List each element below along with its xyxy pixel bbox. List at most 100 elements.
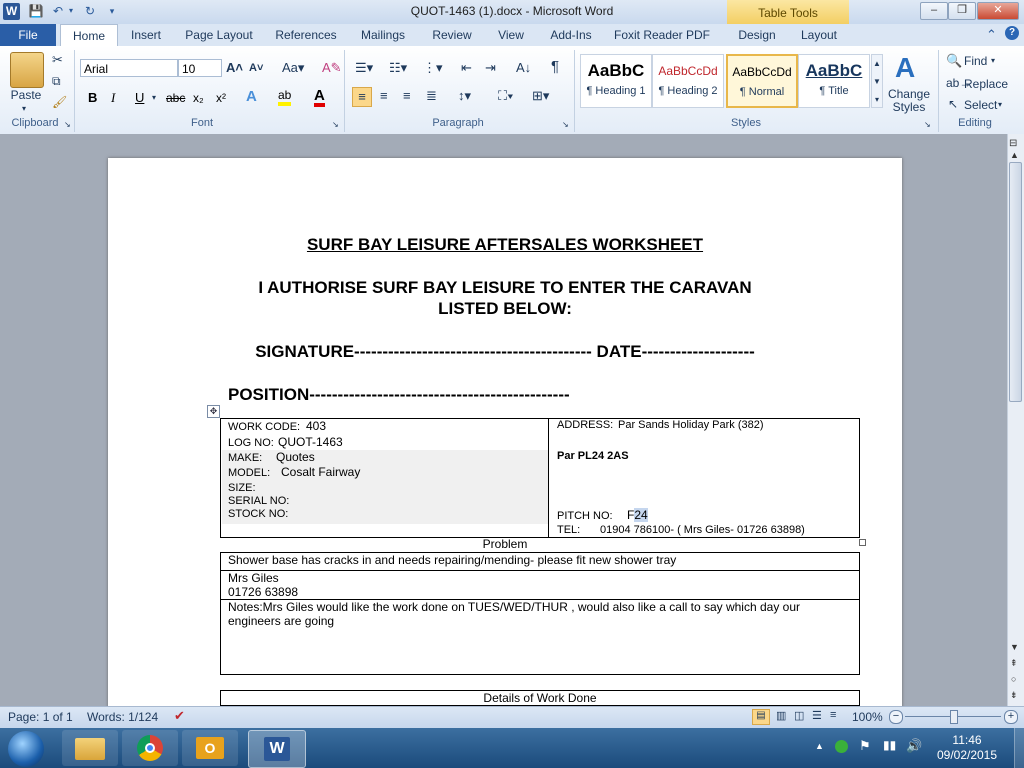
status-tray-icon[interactable] <box>835 740 848 753</box>
select-icon[interactable]: ↖ <box>948 97 958 111</box>
change-styles-button[interactable]: Change Styles <box>884 88 934 114</box>
tab-references[interactable]: References <box>270 24 342 46</box>
select-dropdown-icon[interactable]: ▾ <box>998 100 1002 109</box>
help-icon[interactable]: ? <box>1005 26 1019 40</box>
change-styles-icon[interactable]: A <box>895 52 915 84</box>
tab-insert[interactable]: Insert <box>124 24 168 46</box>
align-left-icon[interactable]: ≡ <box>352 87 372 107</box>
tab-view[interactable]: View <box>490 24 532 46</box>
work-code-value[interactable]: 403 <box>306 419 326 433</box>
text-effects-icon[interactable]: A <box>246 88 257 105</box>
details-work-done-cell[interactable]: Details of Work Done <box>220 690 860 706</box>
page-count[interactable]: Page: 1 of 1 <box>8 710 73 724</box>
tab-add-ins[interactable]: Add-Ins <box>542 24 600 46</box>
show-hidden-icons-icon[interactable]: ▲ <box>815 741 824 751</box>
minimize-ribbon-icon[interactable]: ⌃ <box>986 27 997 43</box>
select-browse-object-icon[interactable]: ○ <box>1011 674 1016 684</box>
volume-icon[interactable]: 🔊 <box>906 738 922 754</box>
paste-icon[interactable] <box>10 52 44 88</box>
align-center-icon[interactable]: ≡ <box>380 88 388 103</box>
word-count[interactable]: Words: 1/124 <box>87 710 158 724</box>
paste-dropdown-icon[interactable]: ▾ <box>22 104 26 113</box>
borders-icon[interactable]: ⊞▾ <box>532 88 549 104</box>
model-value[interactable]: Cosalt Fairway <box>281 465 360 479</box>
start-button-icon[interactable] <box>8 731 44 767</box>
draft-icon[interactable]: ≡ <box>830 709 836 721</box>
shrink-font-icon[interactable]: A˅ <box>249 62 263 74</box>
styles-scroll-icon[interactable]: ▲ ▼ ▾ <box>871 54 883 108</box>
address-value[interactable]: Par Sands Holiday Park (382) <box>618 419 764 431</box>
contact-cell[interactable] <box>220 570 860 600</box>
authorise-line-2[interactable]: LISTED BELOW: <box>108 299 902 319</box>
next-page-icon[interactable]: ⇟ <box>1010 690 1018 701</box>
change-case-icon[interactable]: Aa▾ <box>282 60 304 76</box>
strikethrough-icon[interactable]: abc <box>166 91 185 105</box>
zoom-in-icon[interactable]: + <box>1004 710 1018 724</box>
bullets-icon[interactable]: ☰▾ <box>355 60 373 76</box>
zoom-level[interactable]: 100% <box>852 710 883 724</box>
tab-foxit-reader-pdf[interactable]: Foxit Reader PDF <box>610 24 714 46</box>
network-icon[interactable]: ▮▮ <box>883 738 896 752</box>
print-layout-icon[interactable]: ▤ <box>752 709 770 725</box>
decrease-indent-icon[interactable]: ⇤ <box>461 60 472 76</box>
word-taskbar-icon[interactable]: W <box>248 730 306 768</box>
tab-file[interactable]: File <box>0 24 56 46</box>
table-resize-handle-icon[interactable] <box>859 539 866 546</box>
scroll-up-icon[interactable]: ▲ <box>1010 150 1019 160</box>
pitch-no-value[interactable]: F24 <box>627 508 648 522</box>
problem-label[interactable]: Problem <box>220 537 790 551</box>
customize-quick-access-icon[interactable]: ▾ <box>104 3 120 19</box>
superscript-icon[interactable]: x² <box>216 91 226 105</box>
outlook-taskbar-icon[interactable]: O <box>182 730 238 766</box>
font-name-combo[interactable]: Arial <box>80 59 178 77</box>
style-heading-2[interactable]: AaBbCcDd ¶ Heading 2 <box>652 54 724 108</box>
bold-icon[interactable]: B <box>88 90 97 105</box>
undo-dropdown-icon[interactable]: ▾ <box>66 3 76 19</box>
ruler-toggle-icon[interactable]: ⊟ <box>1009 138 1017 149</box>
close-button[interactable]: ✕ <box>977 2 1019 20</box>
zoom-slider-thumb[interactable] <box>950 710 958 724</box>
underline-dropdown-icon[interactable]: ▾ <box>152 93 156 102</box>
web-layout-icon[interactable]: ◫ <box>794 709 804 722</box>
align-right-icon[interactable]: ≡ <box>403 88 411 103</box>
find-icon[interactable]: 🔍 <box>946 53 962 69</box>
tab-design[interactable]: Design <box>730 24 784 46</box>
tel-value[interactable]: 01904 786100- ( Mrs Giles- 01726 63898) <box>600 524 805 536</box>
explorer-taskbar-icon[interactable] <box>62 730 118 766</box>
chrome-taskbar-icon[interactable] <box>122 730 178 766</box>
line-spacing-icon[interactable]: ↕▾ <box>458 88 471 104</box>
table-move-handle-icon[interactable]: ✥ <box>207 405 220 418</box>
style-heading-1[interactable]: AaBbC ¶ Heading 1 <box>580 54 652 108</box>
scroll-down-icon[interactable]: ▼ <box>1010 642 1019 652</box>
increase-indent-icon[interactable]: ⇥ <box>485 60 496 76</box>
redo-icon[interactable]: ↻ <box>82 3 98 19</box>
taskbar-clock[interactable]: 11:46 09/02/2015 <box>932 733 1002 763</box>
format-painter-icon[interactable]: 🖌 <box>52 95 67 109</box>
problem-text[interactable]: Shower base has cracks in and needs repa… <box>228 553 676 567</box>
position-line[interactable]: POSITION--------------------------------… <box>228 385 570 405</box>
font-launcher-icon[interactable]: ↘ <box>332 120 339 129</box>
style-normal[interactable]: AaBbCcDd ¶ Normal <box>726 54 798 108</box>
font-color-icon[interactable]: A <box>314 88 325 107</box>
tab-home[interactable]: Home <box>60 24 118 47</box>
save-icon[interactable]: 💾 <box>28 3 44 19</box>
sort-icon[interactable]: A↓ <box>516 60 531 75</box>
word-app-icon[interactable]: W <box>3 3 20 20</box>
justify-icon[interactable]: ≣ <box>426 88 437 104</box>
find-button[interactable]: Find <box>964 54 987 68</box>
paragraph-launcher-icon[interactable]: ↘ <box>562 120 569 129</box>
clear-formatting-icon[interactable]: A✎ <box>322 60 342 76</box>
shading-icon[interactable]: ⛶▾ <box>498 88 513 104</box>
tab-page-layout[interactable]: Page Layout <box>180 24 258 46</box>
zoom-out-icon[interactable]: − <box>889 710 903 724</box>
contact-name[interactable]: Mrs Giles <box>228 571 279 585</box>
replace-button[interactable]: Replace <box>964 77 1008 91</box>
italic-icon[interactable]: I <box>111 90 115 106</box>
maximize-button[interactable]: ❐ <box>948 2 976 20</box>
styles-launcher-icon[interactable]: ↘ <box>924 120 931 129</box>
highlight-color-icon[interactable]: ab <box>278 88 292 106</box>
underline-icon[interactable]: U <box>135 90 144 105</box>
multilevel-list-icon[interactable]: ⋮▾ <box>423 60 443 76</box>
signature-line[interactable]: SIGNATURE-------------------------------… <box>108 342 902 362</box>
style-title[interactable]: AaBbC ¶ Title <box>798 54 870 108</box>
